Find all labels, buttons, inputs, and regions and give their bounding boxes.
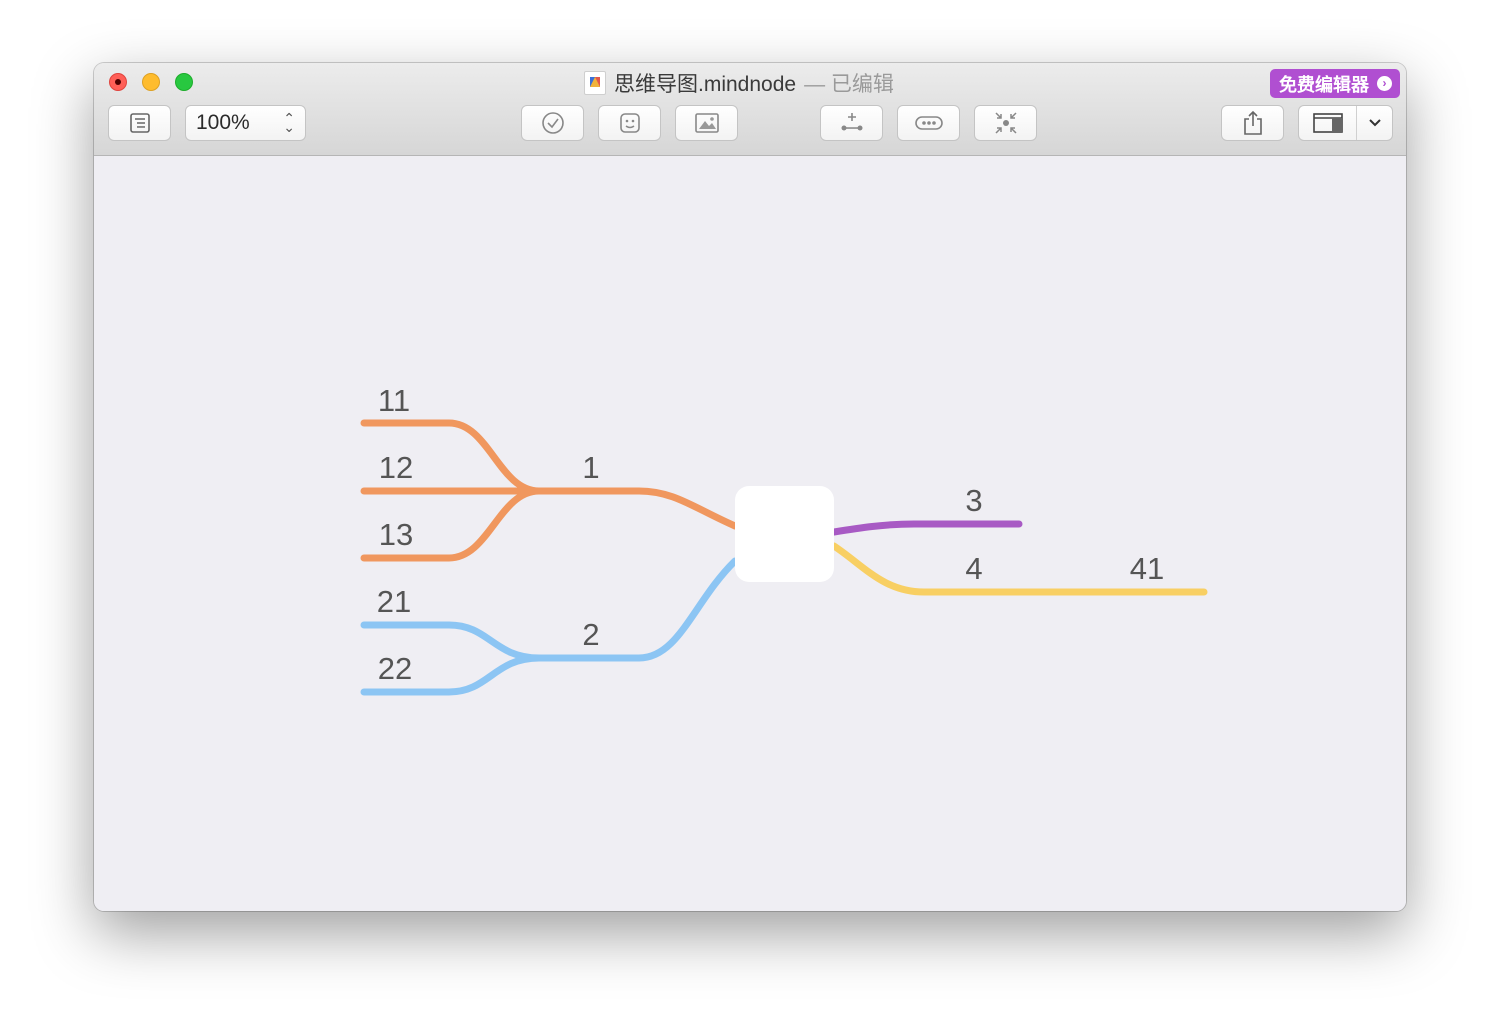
branch-line-3 bbox=[830, 520, 1023, 536]
node-21[interactable]: 21 bbox=[377, 585, 411, 619]
outline-toggle-button[interactable] bbox=[108, 105, 171, 141]
focus-button[interactable] bbox=[974, 105, 1037, 141]
node-22[interactable]: 22 bbox=[378, 652, 412, 686]
document-icon bbox=[584, 71, 606, 95]
branch-line-1 bbox=[535, 487, 739, 530]
branch-line-4 bbox=[830, 542, 1023, 596]
inspector-panel-button[interactable] bbox=[1299, 106, 1356, 140]
share-button[interactable] bbox=[1221, 105, 1284, 141]
window-title: 思维导图.mindnode — 已编辑 bbox=[584, 69, 894, 97]
free-editor-promo-button[interactable]: 免费编辑器 › bbox=[1270, 69, 1400, 98]
zoom-window-button[interactable] bbox=[175, 73, 193, 91]
document-status: — 已编辑 bbox=[804, 73, 894, 96]
chevron-down-icon bbox=[1368, 119, 1381, 127]
inspector-menu-button[interactable] bbox=[1357, 106, 1392, 140]
document-filename: 思维导图.mindnode bbox=[614, 73, 797, 96]
chevron-right-icon: › bbox=[1377, 76, 1392, 91]
image-icon bbox=[694, 113, 719, 133]
branch-line-2 bbox=[535, 557, 739, 662]
stepper-icon: ⌃ ⌄ bbox=[283, 110, 295, 135]
node-3[interactable]: 3 bbox=[965, 484, 982, 518]
node-41[interactable]: 41 bbox=[1130, 552, 1164, 586]
outline-icon bbox=[129, 113, 150, 133]
node-11[interactable]: 11 bbox=[378, 384, 410, 418]
image-button[interactable] bbox=[675, 105, 738, 141]
zoom-select[interactable]: 100% ⌃ ⌄ bbox=[185, 105, 306, 141]
sticker-button[interactable] bbox=[598, 105, 661, 141]
node-2[interactable]: 2 bbox=[582, 618, 599, 652]
title-bar: 思维导图.mindnode — 已编辑 免费编辑器 › 100% ⌃ ⌄ bbox=[94, 63, 1406, 156]
connect-icon bbox=[914, 116, 943, 130]
promo-label: 免费编辑器 bbox=[1279, 74, 1369, 95]
task-button[interactable] bbox=[521, 105, 584, 141]
focus-icon bbox=[994, 112, 1017, 134]
minimize-window-button[interactable] bbox=[142, 73, 160, 91]
share-icon bbox=[1243, 110, 1262, 135]
central-node[interactable] bbox=[735, 486, 834, 582]
app-window: 思维导图.mindnode — 已编辑 免费编辑器 › 100% ⌃ ⌄ 11 … bbox=[94, 63, 1406, 911]
node-12[interactable]: 12 bbox=[379, 451, 413, 485]
add-child-node-icon bbox=[841, 113, 862, 131]
zoom-value: 100% bbox=[196, 111, 250, 134]
node-1[interactable]: 1 bbox=[582, 451, 599, 485]
mindmap-canvas[interactable]: 11 12 13 1 21 22 2 3 4 41 bbox=[94, 156, 1406, 911]
connect-button[interactable] bbox=[897, 105, 960, 141]
sticker-icon bbox=[619, 113, 640, 133]
inspector-panel-icon bbox=[1312, 113, 1343, 133]
inspector-toggle[interactable] bbox=[1298, 105, 1393, 141]
node-13[interactable]: 13 bbox=[379, 518, 413, 552]
close-window-button[interactable] bbox=[109, 73, 127, 91]
node-4[interactable]: 4 bbox=[965, 552, 982, 586]
task-checkmark-icon bbox=[541, 112, 564, 134]
add-child-node-button[interactable] bbox=[820, 105, 883, 141]
